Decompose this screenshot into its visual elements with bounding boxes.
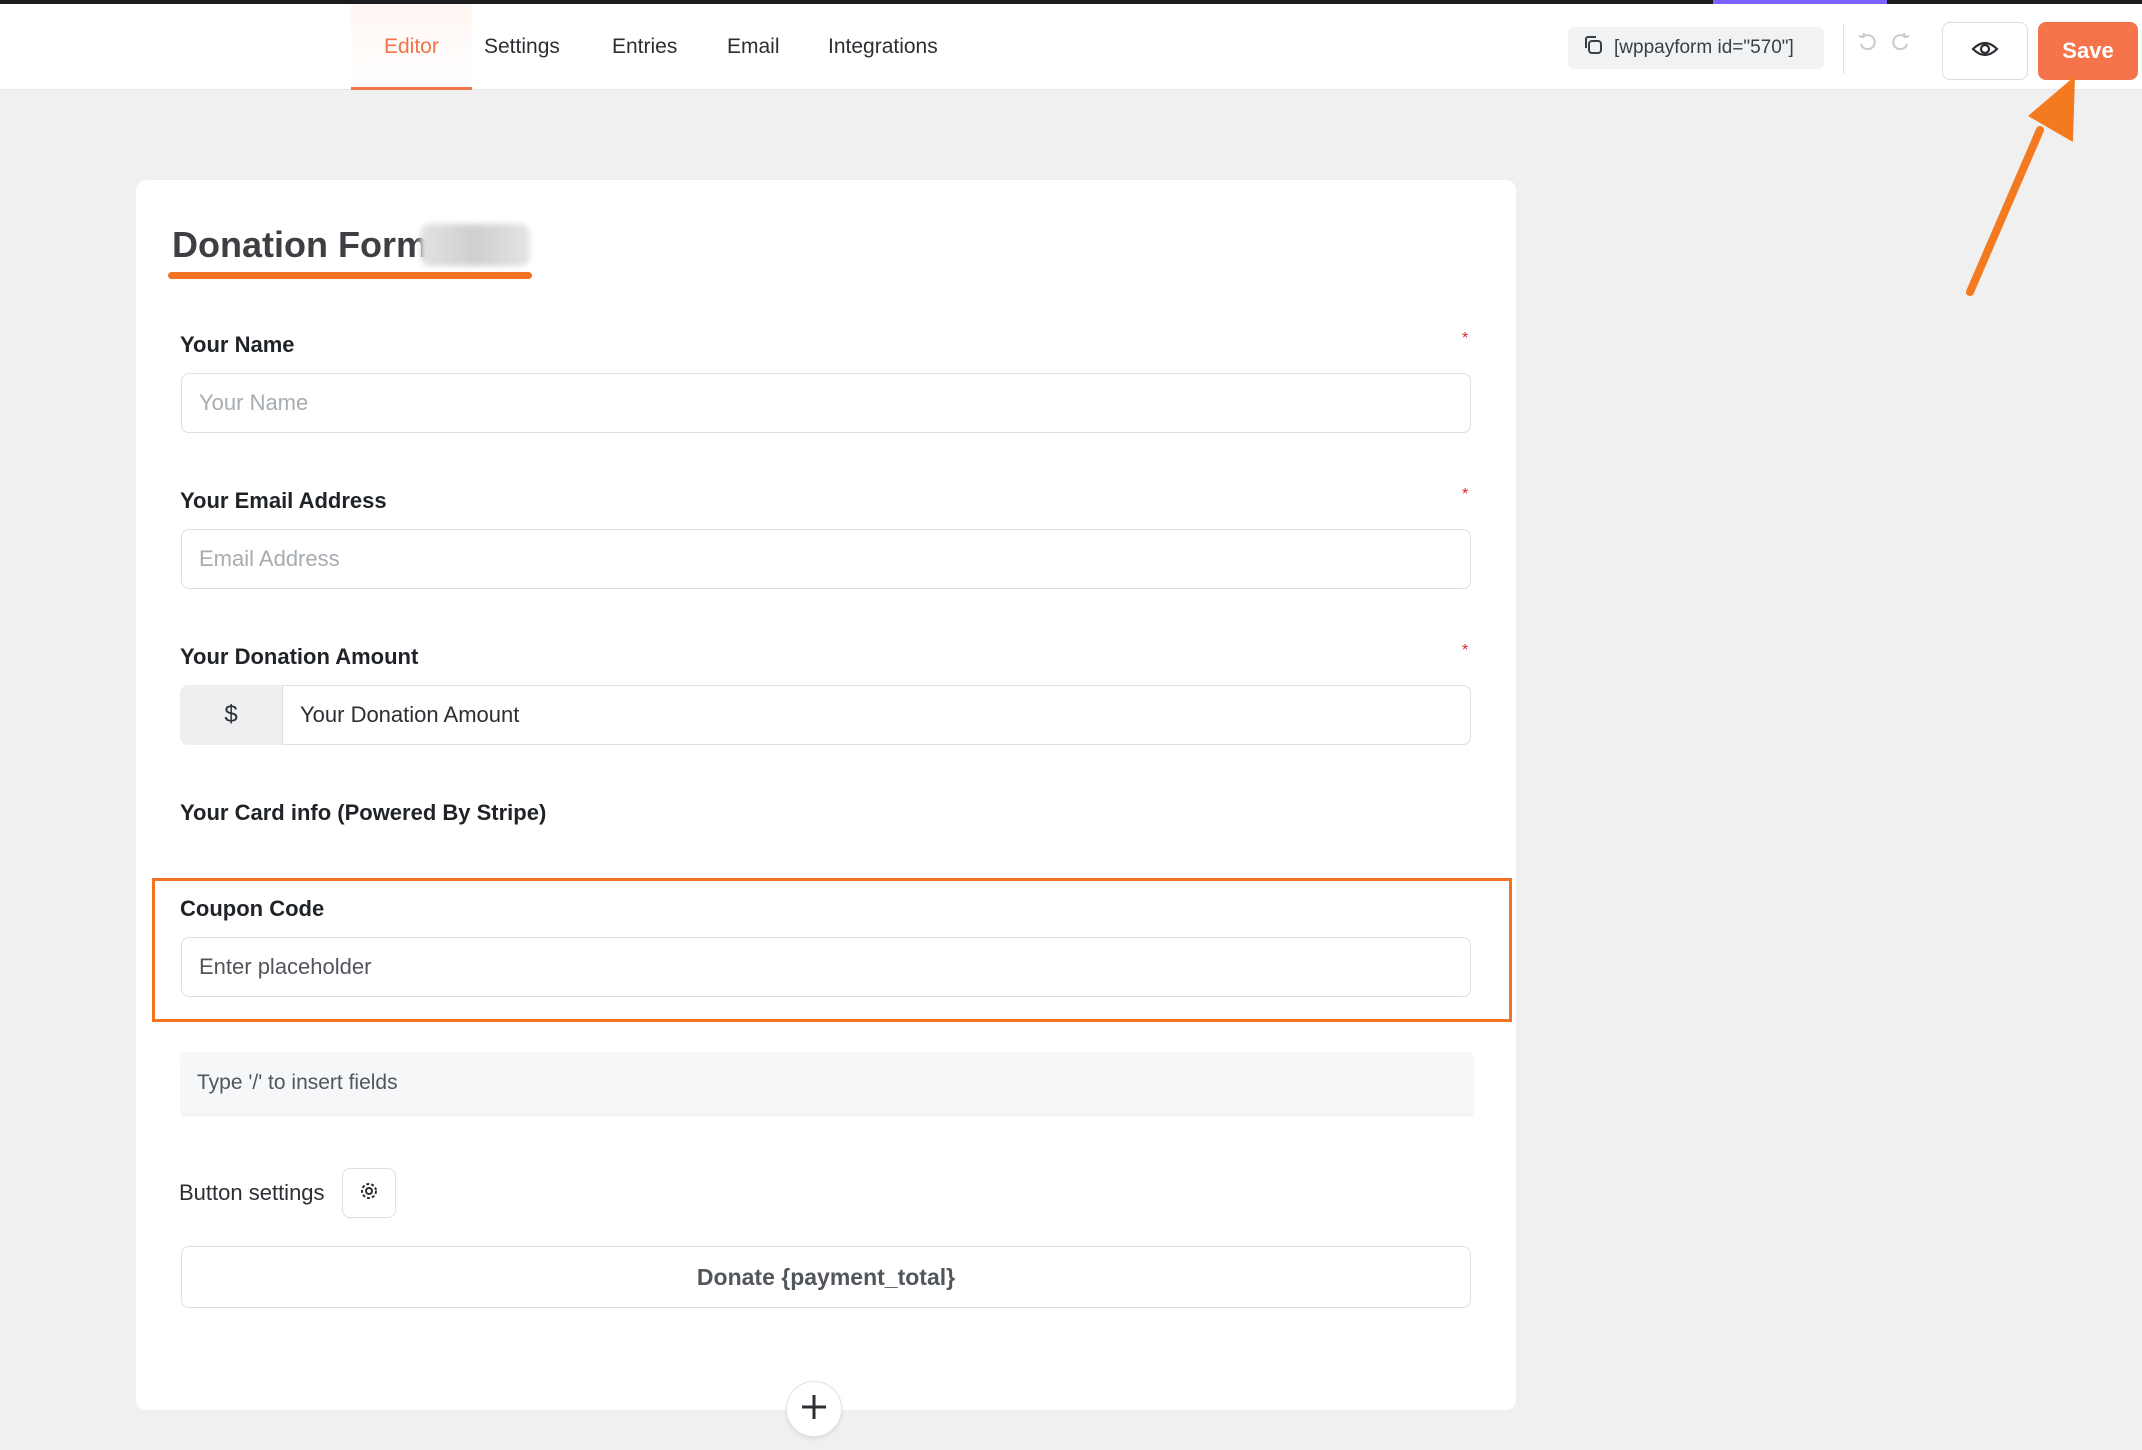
name-field-label: Your Name	[180, 332, 295, 357]
form-title[interactable]: Donation Form	[172, 224, 428, 266]
amount-field-label: Your Donation Amount	[180, 644, 419, 669]
shortcode-copy-button[interactable]: [wppayform id="570"]	[1568, 27, 1824, 69]
tab-editor[interactable]: Editor	[351, 4, 472, 90]
card-info-label: Your Card info (Powered By Stripe)	[180, 800, 547, 825]
tab-email[interactable]: Email	[727, 4, 780, 90]
coupon-field-label: Coupon Code	[180, 896, 325, 921]
redacted-form-id	[420, 224, 530, 266]
gear-icon	[358, 1180, 380, 1207]
form-editor-card: Donation Form Your Name * Your Name Your…	[136, 180, 1516, 1410]
required-marker: *	[1462, 486, 1469, 503]
currency-prefix: $	[180, 685, 282, 745]
button-settings-gear-button[interactable]	[342, 1168, 396, 1218]
top-navigation-bar: Editor Settings Entries Email Integratio…	[0, 4, 2142, 90]
required-marker: *	[1462, 642, 1469, 659]
required-marker: *	[1462, 330, 1469, 347]
tab-entries[interactable]: Entries	[612, 4, 677, 90]
toolbar-divider	[1843, 24, 1844, 74]
add-field-button[interactable]	[786, 1381, 842, 1437]
email-input[interactable]: Email Address	[181, 529, 1471, 589]
email-field-label: Your Email Address	[180, 488, 387, 513]
coupon-input[interactable]: Enter placeholder	[181, 937, 1471, 997]
insert-field-input[interactable]: Type '/' to insert fields	[181, 1052, 1473, 1114]
tab-settings[interactable]: Settings	[484, 4, 560, 90]
annotation-arrow	[1966, 76, 2075, 296]
name-input[interactable]: Your Name	[181, 373, 1471, 433]
title-highlight-underline	[168, 272, 532, 279]
button-settings-label: Button settings	[179, 1180, 325, 1205]
donation-amount-input[interactable]: Your Donation Amount	[282, 685, 1471, 745]
shortcode-text: [wppayform id="570"]	[1614, 37, 1794, 58]
tab-integrations[interactable]: Integrations	[828, 4, 938, 90]
copy-icon	[1582, 34, 1604, 62]
donate-submit-button[interactable]: Donate {payment_total}	[181, 1246, 1471, 1308]
plus-icon	[799, 1392, 829, 1427]
undo-icon[interactable]	[1857, 32, 1879, 61]
redo-icon[interactable]	[1889, 32, 1911, 61]
